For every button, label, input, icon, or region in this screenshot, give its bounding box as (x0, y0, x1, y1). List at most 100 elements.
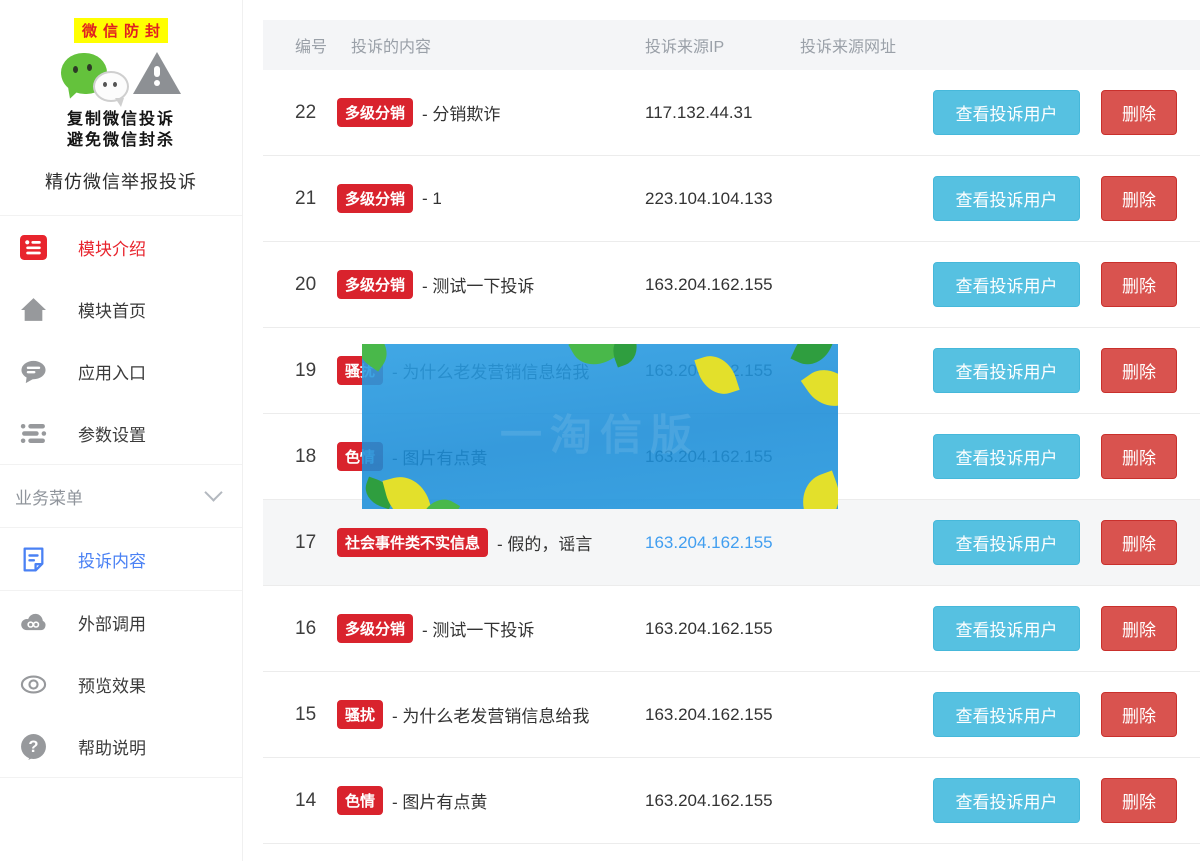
home-icon (20, 296, 47, 323)
row-content: 色情 - 图片有点黄 (337, 786, 645, 815)
complaint-text: - 图片有点黄 (392, 788, 487, 813)
delete-button[interactable]: 删除 (1101, 520, 1177, 565)
row-actions: 查看投诉用户 删除 (933, 434, 1200, 479)
logo-caption-line1: 复制微信投诉 (0, 109, 242, 130)
logo-banner: 微信防封 (74, 18, 168, 43)
view-complaint-user-button[interactable]: 查看投诉用户 (933, 520, 1080, 565)
complaint-category-badge: 社会事件类不实信息 (337, 528, 488, 557)
complaint-text: - 1 (422, 189, 442, 209)
row-id: 17 (263, 532, 337, 554)
document-icon (20, 546, 47, 573)
row-id: 20 (263, 274, 337, 296)
leaf-decoration (801, 359, 838, 417)
row-source-ip: 117.132.44.31 (645, 103, 800, 123)
view-complaint-user-button[interactable]: 查看投诉用户 (933, 348, 1080, 393)
complaint-text: - 测试一下投诉 (422, 272, 534, 297)
leaf-decoration (790, 344, 835, 372)
delete-button[interactable]: 删除 (1101, 434, 1177, 479)
sidebar-menu-business: 投诉内容 外部调用 预览效果 ? 帮助说明 (0, 528, 242, 778)
row-id: 18 (263, 446, 337, 468)
complaint-category-badge: 色情 (337, 786, 383, 815)
row-actions: 查看投诉用户 删除 (933, 778, 1200, 823)
svg-text:?: ? (28, 737, 38, 756)
complaint-text: - 分销欺诈 (422, 100, 500, 125)
sliders-icon (20, 420, 47, 447)
complaint-text: - 假的，谣言 (497, 530, 592, 555)
view-complaint-user-button[interactable]: 查看投诉用户 (933, 606, 1080, 651)
app-logo: 微信防封 复制微信投诉 避免微信封杀 (0, 0, 242, 151)
header-source-url: 投诉来源网址 (800, 33, 1177, 57)
row-source-ip: 163.204.162.155 (645, 275, 800, 295)
row-content: 多级分销 - 测试一下投诉 (337, 270, 645, 299)
row-content: 多级分销 - 分销欺诈 (337, 98, 645, 127)
row-source-ip: 163.204.162.155 (645, 619, 800, 639)
sidebar-item-preview-effect[interactable]: 预览效果 (0, 653, 242, 715)
view-complaint-user-button[interactable]: 查看投诉用户 (933, 90, 1080, 135)
cloud-link-icon (20, 609, 47, 636)
leaf-decoration (382, 471, 433, 509)
row-actions: 查看投诉用户 删除 (933, 262, 1200, 307)
leaf-decoration (794, 471, 838, 509)
table-row: 22 多级分销 - 分销欺诈 117.132.44.31 查看投诉用户 删除 (263, 70, 1200, 156)
view-complaint-user-button[interactable]: 查看投诉用户 (933, 262, 1080, 307)
complaint-category-badge: 多级分销 (337, 98, 413, 127)
view-complaint-user-button[interactable]: 查看投诉用户 (933, 434, 1080, 479)
sidebar-item-app-entry[interactable]: 应用入口 (0, 340, 242, 402)
leaf-decoration (608, 344, 643, 368)
table-row: 15 骚扰 - 为什么老发营销信息给我 163.204.162.155 查看投诉… (263, 672, 1200, 758)
section-label: 业务菜单 (15, 484, 83, 509)
table-row: 20 多级分销 - 测试一下投诉 163.204.162.155 查看投诉用户 … (263, 242, 1200, 328)
row-id: 16 (263, 618, 337, 640)
delete-button[interactable]: 删除 (1101, 348, 1177, 393)
sidebar-item-complaint-content[interactable]: 投诉内容 (0, 528, 242, 591)
sidebar-section-business-menu[interactable]: 业务菜单 (0, 464, 242, 528)
view-complaint-user-button[interactable]: 查看投诉用户 (933, 176, 1080, 221)
complaint-category-badge: 多级分销 (337, 270, 413, 299)
complaint-text: - 测试一下投诉 (422, 616, 534, 641)
row-content: 社会事件类不实信息 - 假的，谣言 (337, 528, 645, 557)
sidebar-item-param-settings[interactable]: 参数设置 (0, 402, 242, 464)
delete-button[interactable]: 删除 (1101, 778, 1177, 823)
delete-button[interactable]: 删除 (1101, 606, 1177, 651)
promo-watermark-overlay: 一淘信版 (362, 344, 838, 509)
logo-caption-line2: 避免微信封杀 (0, 130, 242, 151)
delete-button[interactable]: 删除 (1101, 176, 1177, 221)
row-source-ip: 223.104.104.133 (645, 189, 800, 209)
sidebar-item-help-docs[interactable]: ? 帮助说明 (0, 715, 242, 778)
logo-icons (59, 48, 183, 108)
question-icon: ? (20, 733, 47, 760)
leaf-decoration (694, 350, 739, 400)
sidebar-item-external-call[interactable]: 外部调用 (0, 591, 242, 653)
watermark-text: 一淘信版 (500, 401, 700, 462)
header-source-ip: 投诉来源IP (645, 33, 800, 57)
comment-icon (20, 358, 47, 385)
row-content: 骚扰 - 为什么老发营销信息给我 (337, 700, 645, 729)
row-id: 15 (263, 704, 337, 726)
row-id: 14 (263, 790, 337, 812)
row-actions: 查看投诉用户 删除 (933, 692, 1200, 737)
table-row: 14 色情 - 图片有点黄 163.204.162.155 查看投诉用户 删除 (263, 758, 1200, 844)
delete-button[interactable]: 删除 (1101, 90, 1177, 135)
view-complaint-user-button[interactable]: 查看投诉用户 (933, 692, 1080, 737)
sidebar-item-module-home[interactable]: 模块首页 (0, 278, 242, 340)
view-complaint-user-button[interactable]: 查看投诉用户 (933, 778, 1080, 823)
complaint-category-badge: 骚扰 (337, 700, 383, 729)
leaf-decoration (362, 344, 395, 372)
delete-button[interactable]: 删除 (1101, 262, 1177, 307)
sidebar-menu-top: 模块介绍 模块首页 应用入口 参数设置 (0, 216, 242, 464)
sidebar: 微信防封 复制微信投诉 避免微信封杀 精仿微信举报投诉 模块介绍 模块首页 应用… (0, 0, 243, 861)
table-row: 17 社会事件类不实信息 - 假的，谣言 163.204.162.155 查看投… (263, 500, 1200, 586)
chevron-down-icon (204, 483, 222, 501)
header-content: 投诉的内容 (337, 33, 645, 57)
row-id: 21 (263, 188, 337, 210)
header-id: 编号 (263, 33, 337, 57)
row-actions: 查看投诉用户 删除 (933, 520, 1200, 565)
delete-button[interactable]: 删除 (1101, 692, 1177, 737)
row-actions: 查看投诉用户 删除 (933, 90, 1200, 135)
row-source-ip: 163.204.162.155 (645, 791, 800, 811)
module-title: 精仿微信举报投诉 (0, 151, 242, 216)
complaint-category-badge: 多级分销 (337, 614, 413, 643)
row-source-ip: 163.204.162.155 (645, 705, 800, 725)
row-source-ip[interactable]: 163.204.162.155 (645, 533, 800, 553)
sidebar-item-module-intro[interactable]: 模块介绍 (0, 216, 242, 278)
